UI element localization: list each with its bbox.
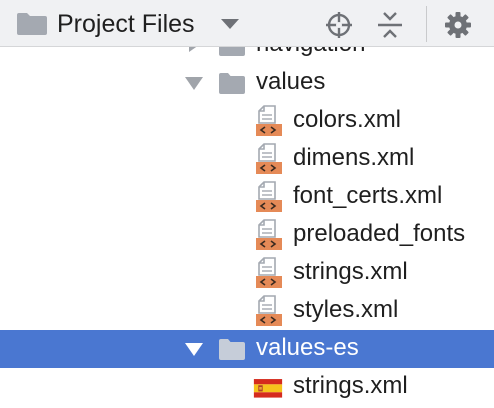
project-toolbar: Project Files: [0, 0, 494, 47]
tree-item-label: colors.xml: [293, 106, 402, 133]
xml-file-icon: [256, 105, 282, 136]
toolbar-divider: [426, 6, 427, 42]
tree-item-values-es[interactable]: values-es: [0, 330, 494, 368]
tree-item-label: font_certs.xml: [293, 182, 443, 209]
tree-file-styles-xml[interactable]: styles.xml: [0, 292, 494, 330]
folder-icon: [219, 339, 245, 360]
chevron-down-icon[interactable]: [184, 340, 204, 358]
xml-file-icon: [256, 219, 282, 250]
tree-file-colors-xml[interactable]: colors.xml: [0, 102, 494, 140]
project-tree[interactable]: navigation values colors.xml: [0, 0, 494, 408]
gear-icon[interactable]: [443, 10, 473, 40]
tree-item-label: values: [256, 68, 326, 95]
tree-item-label: values-es: [256, 334, 359, 361]
tree-file-dimens-xml[interactable]: dimens.xml: [0, 140, 494, 178]
collapse-all-icon[interactable]: [375, 10, 405, 40]
spain-flag-icon: [253, 379, 283, 398]
tree-file-strings-xml[interactable]: strings.xml: [0, 254, 494, 292]
xml-file-icon: [256, 143, 282, 174]
xml-file-icon: [256, 181, 282, 212]
xml-file-icon: [256, 295, 282, 326]
project-files-panel: navigation values colors.xml: [0, 0, 494, 408]
tree-item-label: styles.xml: [293, 296, 399, 323]
tree-file-strings-xml-es[interactable]: strings.xml: [0, 368, 494, 406]
tree-item-values[interactable]: values: [0, 64, 494, 102]
tree-file-preloaded-fonts[interactable]: preloaded_fonts: [0, 216, 494, 254]
folder-icon: [17, 13, 47, 35]
folder-icon: [219, 73, 245, 94]
chevron-down-icon[interactable]: [184, 74, 204, 92]
tree-item-label: dimens.xml: [293, 144, 415, 171]
tree-item-label: strings.xml: [293, 372, 408, 399]
crosshair-icon[interactable]: [324, 10, 354, 40]
tree-file-font-certs-xml[interactable]: font_certs.xml: [0, 178, 494, 216]
xml-file-icon: [256, 257, 282, 288]
tree-item-label: strings.xml: [293, 258, 408, 285]
chevron-down-icon[interactable]: [218, 16, 242, 32]
view-selector-title[interactable]: Project Files: [57, 9, 195, 39]
tree-item-label: preloaded_fonts: [293, 220, 466, 247]
